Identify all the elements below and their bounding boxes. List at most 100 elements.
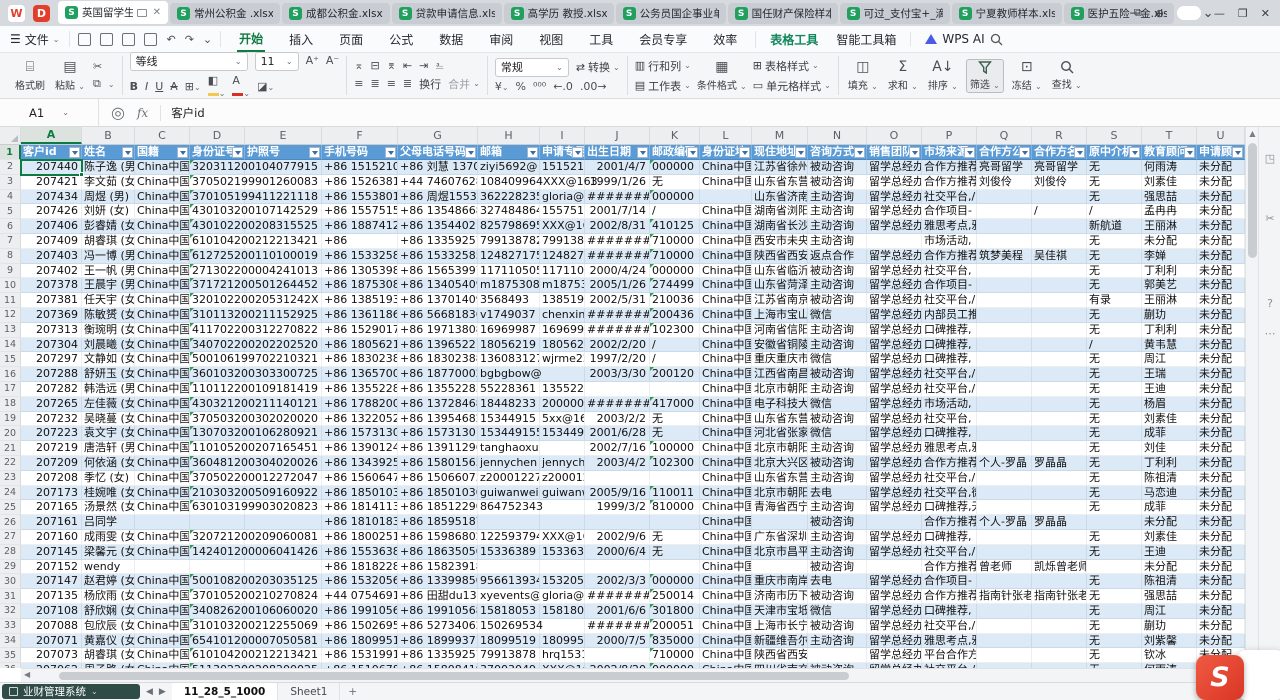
- row-header-32[interactable]: 32: [0, 604, 21, 619]
- cell-R5[interactable]: /: [1032, 204, 1087, 219]
- cell-A5[interactable]: 207426: [21, 204, 82, 219]
- cell-D11[interactable]: 32010220020531242X: [190, 293, 245, 308]
- cell-C5[interactable]: China中国: [135, 204, 190, 219]
- cell-Q18[interactable]: [977, 397, 1032, 412]
- filter-dropdown-icon[interactable]: [385, 147, 396, 158]
- cell-K9[interactable]: 000000: [650, 264, 700, 279]
- cell-M32[interactable]: 天津市宝坻: [752, 604, 808, 619]
- cell-H17[interactable]: 55228361: [478, 382, 540, 397]
- cell-M21[interactable]: 北京市朝阳: [752, 441, 808, 456]
- cell-N33[interactable]: 被动咨询: [808, 619, 867, 634]
- cell-O8[interactable]: 留学总经办: [867, 249, 922, 264]
- currency-icon[interactable]: ¥⌄: [495, 81, 509, 94]
- cell-J4[interactable]: ########: [585, 190, 650, 205]
- filter-dropdown-icon[interactable]: [465, 147, 476, 158]
- cell-A9[interactable]: 207402: [21, 264, 82, 279]
- cell-G14[interactable]: +86 1396522100: [398, 338, 478, 353]
- cell-N12[interactable]: 微信: [808, 308, 867, 323]
- cell-K3[interactable]: 无: [650, 175, 700, 190]
- cell-Q26[interactable]: 个人-罗晶: [977, 515, 1032, 530]
- cell-D32[interactable]: 340826200106060020: [190, 604, 245, 619]
- cell-D36[interactable]: 511302200208200025: [190, 663, 245, 668]
- cell-L23[interactable]: China中国: [700, 471, 752, 486]
- vertical-scroll-thumb[interactable]: [1248, 143, 1257, 258]
- font-color-button[interactable]: A⌄: [232, 75, 250, 100]
- cell-L5[interactable]: China中国: [700, 204, 752, 219]
- cell-K30[interactable]: 000000: [650, 574, 700, 589]
- cell-O4[interactable]: 留学总经办: [867, 190, 922, 205]
- docer-app-icon[interactable]: D: [33, 5, 50, 22]
- cell-R13[interactable]: [1032, 323, 1087, 338]
- cell-M12[interactable]: 上海市宝山: [752, 308, 808, 323]
- cell-U13[interactable]: 未分配: [1197, 323, 1245, 338]
- cell-G31[interactable]: +86 田甜du1395: [398, 589, 478, 604]
- cell-O3[interactable]: 留学总经办: [867, 175, 922, 190]
- column-header-E[interactable]: E: [245, 127, 322, 144]
- cell-O23[interactable]: 留学总经办: [867, 471, 922, 486]
- cell-M3[interactable]: 山东省东营: [752, 175, 808, 190]
- cell-N14[interactable]: 主动咨询: [808, 338, 867, 353]
- cut-button[interactable]: ✂: [93, 60, 115, 73]
- cell-O27[interactable]: 留学总经办: [867, 530, 922, 545]
- cell-F9[interactable]: +86 13053983: [322, 264, 398, 279]
- cell-Q20[interactable]: [977, 426, 1032, 441]
- cell-F8[interactable]: +86 15332585: [322, 249, 398, 264]
- row-header-11[interactable]: 11: [0, 293, 21, 308]
- cell-K10[interactable]: 274499: [650, 278, 700, 293]
- cell-C2[interactable]: China中国: [135, 160, 190, 175]
- cell-U15[interactable]: 未分配: [1197, 352, 1245, 367]
- cell-F34[interactable]: +86 18099519: [322, 634, 398, 649]
- cell-D2[interactable]: 320311200104077915: [190, 160, 245, 175]
- cell-J12[interactable]: ########: [585, 308, 650, 323]
- cell-R11[interactable]: [1032, 293, 1087, 308]
- cell-U5[interactable]: 未分配: [1197, 204, 1245, 219]
- cell-F2[interactable]: +86 15152100: [322, 160, 398, 175]
- file-menu-button[interactable]: ☰ 文件 ⌄: [0, 31, 69, 48]
- cell-T7[interactable]: 未分配: [1142, 234, 1197, 249]
- bold-button[interactable]: B: [130, 81, 138, 93]
- cell-U24[interactable]: 未分配: [1197, 486, 1245, 501]
- filter-dropdown-icon[interactable]: [687, 147, 698, 158]
- name-box[interactable]: A1⌄: [0, 99, 99, 126]
- cell-A8[interactable]: 207403: [21, 249, 82, 264]
- cell-O16[interactable]: 留学总经办: [867, 367, 922, 382]
- cell-K23[interactable]: [650, 471, 700, 486]
- cell-A32[interactable]: 207108: [21, 604, 82, 619]
- cell-N11[interactable]: 被动咨询: [808, 293, 867, 308]
- cell-G18[interactable]: +86 1372846801: [398, 397, 478, 412]
- cell-B10[interactable]: 王晨宇 (男: [82, 278, 135, 293]
- cell-P32[interactable]: 口碑推荐,: [922, 604, 977, 619]
- cell-C11[interactable]: China中国: [135, 293, 190, 308]
- cell-P24[interactable]: 社交平台,微: [922, 486, 977, 501]
- menu-item-公式[interactable]: 公式: [387, 28, 415, 51]
- cell-B15[interactable]: 文静如 (女: [82, 352, 135, 367]
- cell-M22[interactable]: 北京大兴区: [752, 456, 808, 471]
- cell-R4[interactable]: [1032, 190, 1087, 205]
- cell-O19[interactable]: 留学总经办: [867, 412, 922, 427]
- cell-H32[interactable]: 15818053: [478, 604, 540, 619]
- panel-icon[interactable]: ◳: [1259, 152, 1280, 165]
- cell-I20[interactable]: 15344915: [540, 426, 585, 441]
- cell-M30[interactable]: 重庆市南岸: [752, 574, 808, 589]
- cell-J21[interactable]: 2002/7/16: [585, 441, 650, 456]
- filter-dropdown-icon[interactable]: [854, 147, 865, 158]
- cell-R33[interactable]: [1032, 619, 1087, 634]
- cell-C29[interactable]: [135, 560, 190, 575]
- cell-S34[interactable]: 无: [1087, 634, 1142, 649]
- cell-Q34[interactable]: [977, 634, 1032, 649]
- cell-U3[interactable]: 未分配: [1197, 175, 1245, 190]
- cell-H2[interactable]: ziyi5692@: [478, 160, 540, 175]
- cell-J19[interactable]: 2003/2/2: [585, 412, 650, 427]
- cell-C24[interactable]: China中国: [135, 486, 190, 501]
- column-header-M[interactable]: M: [752, 127, 808, 144]
- cell-I34[interactable]: 18099519: [540, 634, 585, 649]
- cell-F4[interactable]: +86 15538019: [322, 190, 398, 205]
- row-header-16[interactable]: 16: [0, 367, 21, 382]
- row-header-13[interactable]: 13: [0, 323, 21, 338]
- cell-T8[interactable]: 李婵: [1142, 249, 1197, 264]
- cell-U4[interactable]: 未分配: [1197, 190, 1245, 205]
- row-header-15[interactable]: 15: [0, 352, 21, 367]
- cell-N22[interactable]: 被动咨询: [808, 456, 867, 471]
- cell-B6[interactable]: 彭睿婧 (女: [82, 219, 135, 234]
- cell-K28[interactable]: 无: [650, 545, 700, 560]
